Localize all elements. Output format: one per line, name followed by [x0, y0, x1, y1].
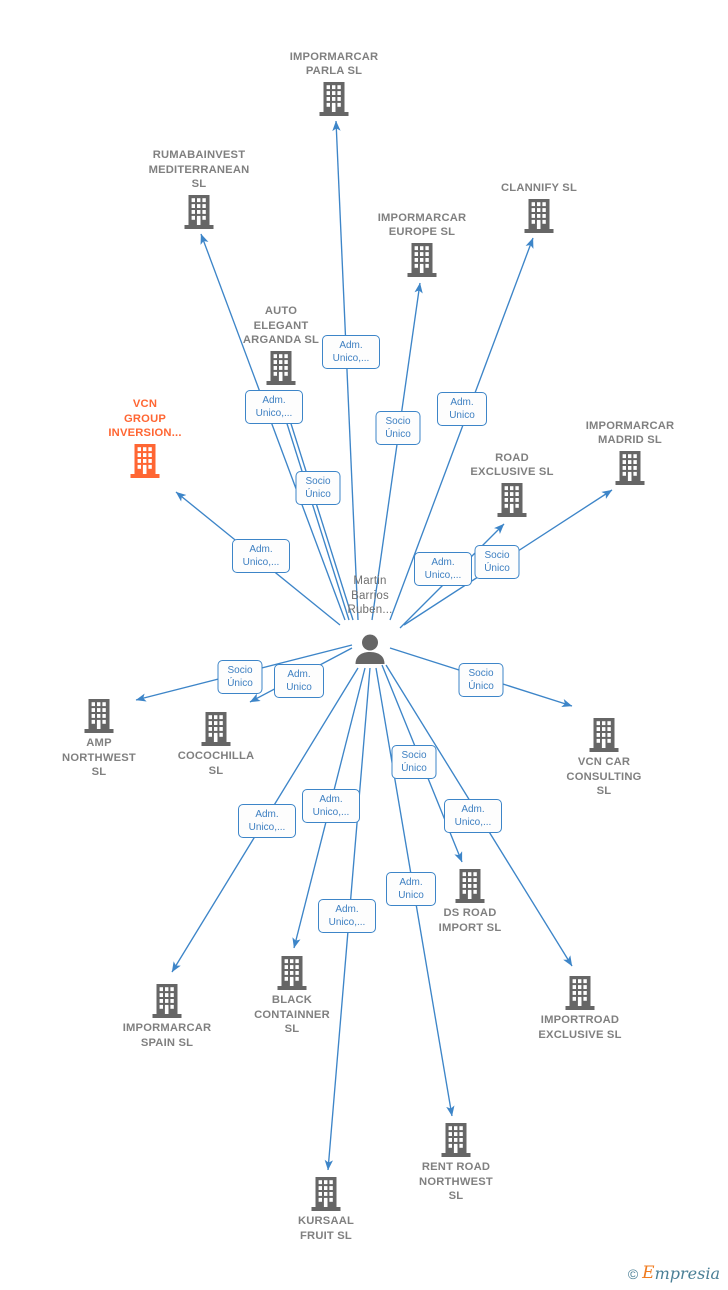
graph-node-amp-northwest[interactable]: AMP NORTHWEST SL: [34, 696, 164, 780]
graph-node-vcn-group-inversion[interactable]: VCN GROUP INVERSION...: [80, 397, 210, 479]
building-icon: [441, 1123, 471, 1157]
node-label: IMPORMARCAR PARLA SL: [289, 50, 379, 78]
node-label: IMPORMARCAR SPAIN SL: [122, 1022, 212, 1049]
node-label: BLACK CONTAINNER SL: [254, 994, 330, 1036]
edge-label-lbl-road-adm[interactable]: Adm. Unico,...: [414, 552, 472, 586]
node-label: IMPORMARCAR MADRID SL: [585, 419, 675, 447]
node-label: RUMABAINVEST MEDITERRANEAN SL: [148, 149, 250, 191]
edge-label-lbl-vcncar-socio[interactable]: Socio Único: [458, 663, 504, 697]
building-icon: [266, 350, 296, 385]
node-label: VCN GROUP INVERSION...: [108, 398, 182, 440]
building-icon: [524, 198, 554, 233]
empresia-watermark: © Empresia: [628, 1265, 720, 1282]
graph-node-impormarcar-madrid[interactable]: IMPORMARCAR MADRID SL: [565, 419, 695, 486]
edge-label-lbl-dsroad-socio[interactable]: Socio Único: [391, 745, 437, 779]
graph-node-impormarcar-spain[interactable]: IMPORMARCAR SPAIN SL: [102, 981, 232, 1050]
edge-label-lbl-black-adm[interactable]: Adm. Unico,...: [302, 789, 360, 823]
node-label: AMP NORTHWEST SL: [62, 737, 136, 779]
node-label: IMPORTROAD EXCLUSIVE SL: [538, 1014, 622, 1041]
edge-label-lbl-vcn-group-adm[interactable]: Adm. Unico,...: [232, 539, 290, 573]
building-icon: [565, 976, 595, 1010]
node-label: IMPORMARCAR EUROPE SL: [377, 211, 467, 239]
node-label: DS ROAD IMPORT SL: [438, 907, 502, 934]
graph-node-kursaal-fruit[interactable]: KURSAAL FRUIT SL: [261, 1174, 391, 1243]
brand-initial: E: [642, 1263, 655, 1283]
building-icon: [201, 712, 231, 746]
edge-label-lbl-amp-socio[interactable]: Socio Único: [217, 660, 263, 694]
brand-name: mpresia: [654, 1263, 720, 1283]
edge-label-lbl-clannify-adm[interactable]: Adm. Unico: [437, 392, 487, 426]
graph-node-person-icon-wrap[interactable]: [305, 631, 435, 667]
building-icon: [152, 984, 182, 1018]
building-icon: [277, 956, 307, 990]
building-icon: [311, 1177, 341, 1211]
graph-node-impormarcar-parla[interactable]: IMPORMARCAR PARLA SL: [269, 50, 399, 117]
building-icon: [84, 699, 114, 733]
edge-label-lbl-europe-socio[interactable]: Socio Único: [375, 411, 421, 445]
edge-label-lbl-madrid-socio[interactable]: Socio Único: [474, 545, 520, 579]
edge-label-lbl-coco-adm[interactable]: Adm. Unico: [274, 664, 324, 698]
graph-edge[interactable]: [371, 282, 423, 621]
node-label: CLANNIFY SL: [501, 182, 577, 195]
graph-node-impormarcar-europe[interactable]: IMPORMARCAR EUROPE SL: [357, 211, 487, 278]
node-label: VCN CAR CONSULTING SL: [566, 756, 642, 798]
edge-label-lbl-auto-adm[interactable]: Adm. Unico,...: [245, 390, 303, 424]
building-icon: [319, 81, 349, 116]
edge-label-lbl-importroad-adm[interactable]: Adm. Unico,...: [444, 799, 502, 833]
building-icon: [615, 450, 645, 485]
graph-node-cocochilla[interactable]: COCOCHILLA SL: [151, 709, 281, 778]
building-icon: [455, 869, 485, 903]
node-label: KURSAAL FRUIT SL: [297, 1215, 355, 1242]
graph-node-clannify[interactable]: CLANNIFY SL: [474, 181, 604, 234]
node-label: RENT ROAD NORTHWEST SL: [419, 1161, 493, 1203]
graph-node-rumabainvest[interactable]: RUMABAINVEST MEDITERRANEAN SL: [134, 148, 264, 230]
graph-node-road-exclusive[interactable]: ROAD EXCLUSIVE SL: [447, 451, 577, 518]
relationship-graph-canvas: IMPORMARCAR PARLA SL RUMABAINVEST MEDITER…: [0, 0, 728, 1290]
edge-label-lbl-auto-socio[interactable]: Socio Único: [295, 471, 341, 505]
graph-node-black-containner[interactable]: BLACK CONTAINNER SL: [227, 953, 357, 1037]
copyright-symbol: ©: [627, 1265, 639, 1282]
building-icon: [184, 194, 214, 229]
edge-label-lbl-kursaal-adm[interactable]: Adm. Unico,...: [318, 899, 376, 933]
edge-label-lbl-spain-adm[interactable]: Adm. Unico,...: [238, 804, 296, 838]
node-label: ROAD EXCLUSIVE SL: [470, 451, 554, 479]
graph-node-vcn-car-consulting[interactable]: VCN CAR CONSULTING SL: [539, 715, 669, 799]
graph-node-importroad-exclusive[interactable]: IMPORTROAD EXCLUSIVE SL: [515, 973, 645, 1042]
node-label: COCOCHILLA SL: [177, 750, 255, 777]
edge-label-lbl-auto-parla[interactable]: Adm. Unico,...: [322, 335, 380, 369]
building-icon: [589, 718, 619, 752]
building-icon: [130, 443, 160, 478]
person-icon: [355, 634, 385, 664]
building-icon: [407, 242, 437, 277]
edge-label-lbl-rentroad-adm[interactable]: Adm. Unico: [386, 872, 436, 906]
building-icon: [497, 482, 527, 517]
graph-node-rent-road-northwest[interactable]: RENT ROAD NORTHWEST SL: [391, 1120, 521, 1204]
